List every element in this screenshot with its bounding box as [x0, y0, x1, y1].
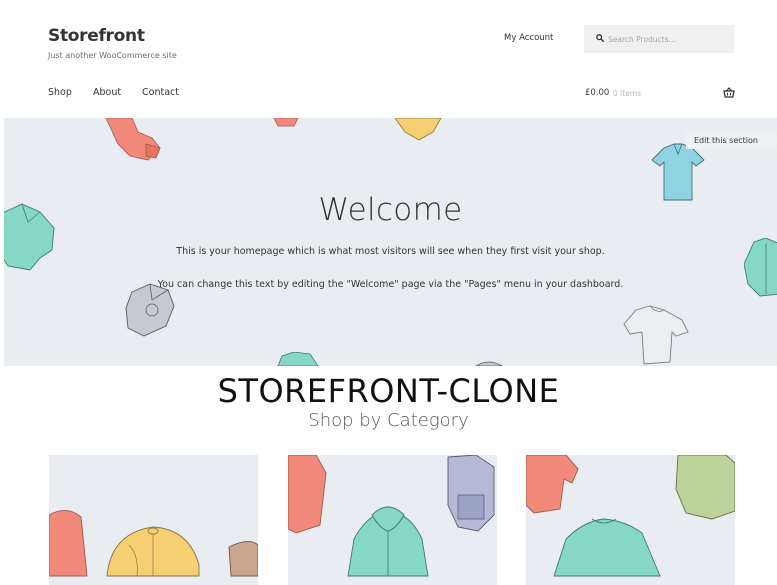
hero-text-line-2: You can change this text by editing the …: [157, 279, 624, 290]
hero-text-line-1: This is your homepage which is what most…: [176, 246, 605, 257]
nav-item-shop[interactable]: Shop: [48, 87, 72, 98]
category-card-tshirts[interactable]: [526, 455, 735, 585]
yellow-cap-illustration: [394, 118, 442, 141]
shop-by-category-title: Shop by Category: [308, 410, 469, 431]
hoodies-illustration: [288, 455, 495, 577]
cart-amount[interactable]: £0.00: [585, 88, 609, 98]
category-card-accessories[interactable]: [49, 455, 258, 585]
nav-item-contact[interactable]: Contact: [142, 87, 179, 98]
basket-icon[interactable]: [723, 87, 735, 98]
search-input[interactable]: [608, 25, 728, 53]
edit-section-button[interactable]: Edit this section: [686, 132, 777, 149]
grey-item-illustration: [475, 361, 503, 366]
site-tagline: Just another WooCommerce site: [48, 51, 177, 60]
nav-item-about[interactable]: About: [93, 87, 121, 98]
site-header: Storefront Just another WooCommerce site…: [0, 0, 777, 118]
hero-title: Welcome: [318, 192, 463, 228]
cart-count[interactable]: 0 items: [613, 89, 641, 98]
coral-hoodie-illustration: [105, 118, 161, 161]
search-box[interactable]: [584, 25, 734, 53]
overlay-heading: STOREFRONT-CLONE: [217, 372, 560, 410]
my-account-link[interactable]: My Account: [504, 33, 553, 43]
accessories-illustration: [49, 510, 258, 577]
tshirts-illustration: [526, 455, 735, 577]
coral-shirt-illustration: [273, 118, 299, 127]
grey-tshirt-illustration: [623, 305, 689, 365]
category-card-hoodies[interactable]: [288, 455, 497, 585]
site-title[interactable]: Storefront: [48, 26, 145, 46]
teal-item-illustration: [277, 352, 319, 366]
hero-banner: Edit this section Welcome This is your h…: [4, 118, 777, 366]
grey-hoodie-illustration: [125, 283, 175, 337]
search-icon: [596, 34, 604, 42]
